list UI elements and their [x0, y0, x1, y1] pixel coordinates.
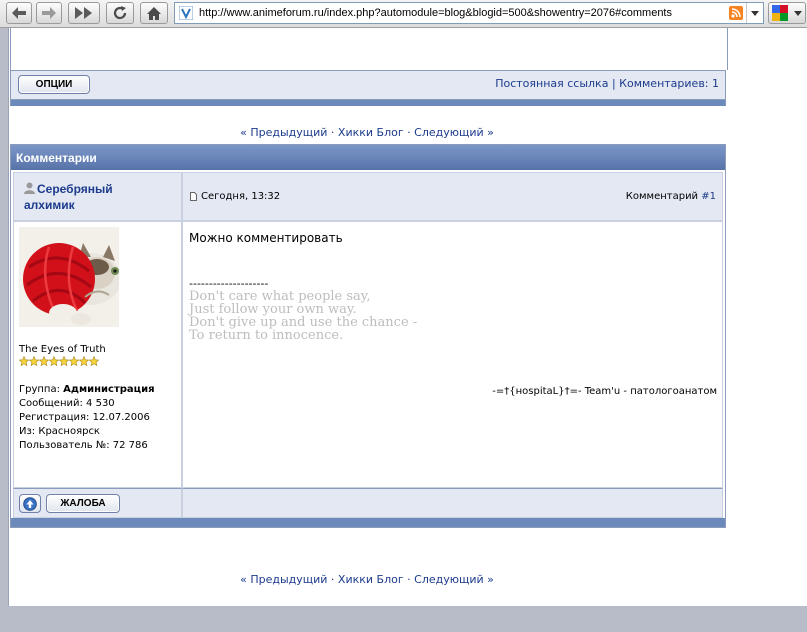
- comment-text: Можно комментировать: [189, 231, 343, 245]
- chevron-down-icon: [751, 10, 759, 16]
- forward-arrow-icon: [42, 7, 56, 19]
- reload-button[interactable]: [106, 2, 134, 24]
- blog-link[interactable]: Хикки Блог: [338, 573, 404, 586]
- home-button[interactable]: [140, 2, 168, 24]
- rank-star-icon: [79, 356, 89, 367]
- separator: |: [611, 77, 616, 90]
- author-name-line1: Серебряный: [37, 182, 113, 196]
- stat-user-number: Пользователь №: 72 786: [19, 440, 148, 451]
- chevron-down-icon: [794, 10, 802, 16]
- next-link[interactable]: Следующий »: [414, 126, 494, 139]
- comment-actions-cell: ЖАЛОБА: [13, 488, 182, 518]
- comment-actions-right-cell: [182, 488, 723, 518]
- back-arrow-icon: [12, 7, 26, 19]
- comment-date-text: Сегодня, 13:32: [201, 191, 281, 202]
- stat-group-value: Администрация: [63, 384, 155, 395]
- document-icon: [190, 192, 197, 201]
- permalink-link[interactable]: Постоянная ссылка: [495, 77, 608, 90]
- stat-posts: Сообщений: 4 530: [19, 398, 115, 409]
- comment-body-cell: Можно комментировать -------------------…: [182, 221, 723, 488]
- user-title: The Eyes of Truth: [19, 344, 106, 355]
- report-button[interactable]: ЖАЛОБА: [46, 494, 120, 513]
- comment-number: Комментарий #1: [626, 191, 716, 202]
- nav-dot: ·: [407, 126, 411, 139]
- nav-dot: ·: [407, 573, 411, 586]
- author-profile-cell: The Eyes of Truth Группа: Администрация …: [13, 221, 182, 488]
- entry-bar-bottom-strip: [10, 100, 726, 106]
- nav-dot: ·: [330, 573, 335, 586]
- comments-bottom-strip: [11, 518, 725, 527]
- comment-anchor-link[interactable]: #1: [701, 191, 716, 202]
- comment-label: Комментарий: [625, 191, 699, 202]
- reload-icon: [113, 6, 127, 20]
- author-name-line2: алхимик: [24, 198, 75, 212]
- rank-star-icon: [19, 356, 29, 367]
- rank-star-icon: [59, 356, 69, 367]
- url-history-dropdown[interactable]: [746, 3, 763, 23]
- fast-forward-button[interactable]: [68, 2, 100, 24]
- address-bar[interactable]: http://www.animeforum.ru/index.php?autom…: [174, 2, 764, 24]
- signature-lines: Don't care what people say, Just follow …: [189, 290, 417, 342]
- stat-from: Из: Красноярск: [19, 426, 100, 437]
- google-icon: [772, 5, 788, 21]
- blog-entry-body: [10, 28, 728, 70]
- comments-header: Комментарии: [11, 145, 725, 170]
- rank-star-icon: [89, 356, 99, 367]
- url-text: http://www.animeforum.ru/index.php?autom…: [199, 7, 672, 19]
- blog-navigation-top: « Предыдущий · Хикки Блог · Следующий »: [9, 126, 725, 139]
- window-bottom-area: [0, 606, 807, 632]
- avatar-kitten-yarn-image: [19, 227, 119, 327]
- comments-section: Комментарии Серебряный алхимик Сегодня, …: [10, 144, 726, 528]
- blog-navigation-bottom: « Предыдущий · Хикки Блог · Следующий »: [9, 573, 725, 586]
- back-button[interactable]: [6, 2, 32, 24]
- rank-star-icon: [39, 356, 49, 367]
- comments-count-link[interactable]: Комментариев: 1: [619, 77, 719, 90]
- prev-link[interactable]: « Предыдущий: [240, 126, 327, 139]
- browser-toolbar: http://www.animeforum.ru/index.php?autom…: [0, 0, 807, 28]
- user-stats: Группа: Администрация Сообщений: 4 530 Р…: [19, 383, 155, 453]
- home-icon: [147, 6, 161, 20]
- comment-meta-cell: Сегодня, 13:32 Комментарий #1: [182, 172, 723, 221]
- page-content: ОПЦИИ Постоянная ссылка | Комментариев: …: [8, 28, 807, 606]
- blog-link[interactable]: Хикки Блог: [338, 126, 404, 139]
- rank-star-icon: [69, 356, 79, 367]
- forward-button[interactable]: [36, 2, 62, 24]
- comment-post: Серебряный алхимик Сегодня, 13:32 Коммен…: [13, 172, 723, 518]
- entry-links: Постоянная ссылка | Комментариев: 1: [495, 77, 719, 90]
- rank-stars: [19, 356, 99, 367]
- stat-registered: Регистрация: 12.07.2006: [19, 412, 150, 423]
- author-name-link[interactable]: Серебряный алхимик: [24, 181, 174, 213]
- rss-feed-icon[interactable]: [729, 6, 743, 20]
- rank-star-icon: [49, 356, 59, 367]
- comment-author-cell: Серебряный алхимик: [13, 172, 182, 221]
- prev-link[interactable]: « Предыдущий: [240, 573, 327, 586]
- comment-date: Сегодня, 13:32: [190, 191, 280, 202]
- options-button[interactable]: ОПЦИИ: [18, 75, 90, 94]
- scroll-top-button[interactable]: [19, 494, 41, 513]
- google-toolbar-button[interactable]: [768, 2, 806, 24]
- fast-forward-icon: [75, 7, 92, 19]
- stat-group-label: Группа:: [19, 384, 60, 395]
- user-offline-icon: [24, 182, 35, 194]
- site-favicon-icon: [179, 6, 193, 20]
- entry-options-bar: ОПЦИИ Постоянная ссылка | Комментариев: …: [10, 70, 726, 100]
- stat-group: Группа: Администрация: [19, 383, 155, 397]
- rank-star-icon: [29, 356, 39, 367]
- next-link[interactable]: Следующий »: [414, 573, 494, 586]
- nav-dot: ·: [330, 126, 335, 139]
- avatar[interactable]: [19, 227, 119, 327]
- signature-team-line: -=†{ноspitaL}†=- Team'u - патологоанатом: [492, 386, 717, 397]
- signature-line: To return to innocence.: [189, 328, 344, 343]
- arrow-up-circle-icon: [23, 496, 37, 511]
